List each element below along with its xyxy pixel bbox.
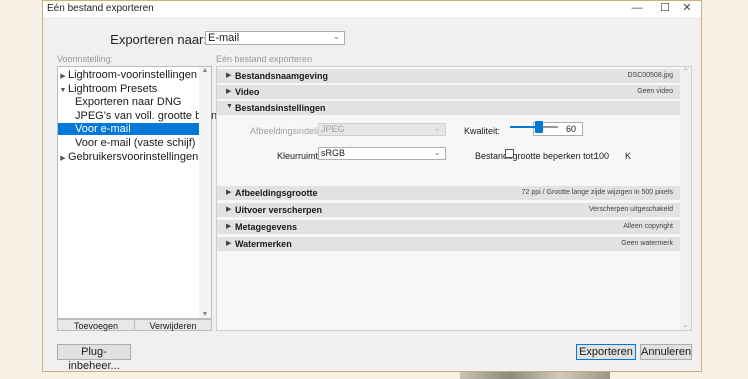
preset-group-user[interactable]: ▶ Gebruikersvoorinstellingen: [58, 151, 199, 163]
preset-item-jpeg[interactable]: JPEG's van voll. grootte branden: [58, 110, 216, 122]
section-title: Watermerken: [235, 239, 292, 249]
settings-section-label: Eén bestand exporteren: [216, 54, 313, 64]
preset-section-label: Voorinstelling:: [57, 54, 114, 64]
section-title: Video: [235, 87, 260, 97]
quality-slider-thumb[interactable]: [534, 121, 543, 133]
section-image-size[interactable]: ▶ Afbeeldingsgrootte 72 ppi / Grootte la…: [217, 186, 681, 200]
preset-item-dng[interactable]: Exporteren naar DNG: [58, 96, 216, 108]
chevron-down-icon: ⌄: [433, 123, 441, 133]
export-to-value: E-mail: [208, 32, 240, 44]
image-format-select[interactable]: JPEG ⌄: [318, 123, 446, 136]
preset-label: JPEG's van voll. grootte branden: [75, 110, 216, 122]
section-metadata[interactable]: ▶ Metagegevens Alleen copyright: [217, 220, 681, 234]
expand-icon: ▶: [226, 72, 232, 79]
quality-label: Kwaliteit:: [464, 126, 501, 136]
limit-size-label: Bestandsgrootte beperken tot:: [475, 151, 596, 161]
limit-size-checkbox[interactable]: [505, 149, 514, 158]
title-bar: Eén bestand exporteren — ☐ ✕: [43, 1, 701, 17]
scroll-up-icon[interactable]: ▲: [199, 67, 211, 74]
scroll-down-icon[interactable]: ▼: [199, 311, 211, 318]
export-to-label: Exporteren naar:: [110, 32, 207, 47]
settings-panel: ▶ Bestandsnaamgeving DSC00508.jpg ▶ Vide…: [216, 66, 692, 331]
minimize-icon[interactable]: —: [623, 1, 651, 17]
expand-icon: ▶: [226, 88, 232, 95]
color-space-select[interactable]: sRGB ⌄: [318, 147, 446, 160]
cancel-button[interactable]: Annuleren: [640, 344, 692, 360]
add-preset-button[interactable]: Toevoegen: [57, 319, 135, 331]
preset-label: Lightroom-voorinstellingen: [68, 69, 198, 81]
preset-label: Voor e-mail: [75, 123, 131, 135]
preset-label: Lightroom Presets: [68, 83, 158, 95]
section-output-sharpening[interactable]: ▶ Uitvoer verscherpen Verscherpen uitges…: [217, 203, 681, 217]
expand-icon: ▶: [226, 223, 232, 230]
section-summary: DSC00508.jpg: [627, 72, 673, 79]
export-target-row: Exporteren naar: E-mail ⌄: [43, 31, 701, 47]
image-format-value: JPEG: [321, 124, 345, 134]
section-title: Bestandsinstellingen: [235, 103, 326, 113]
section-summary: 72 ppi / Grootte lange zijde wijzigen in…: [521, 189, 673, 196]
export-dialog: Eén bestand exporteren — ☐ ✕ Exporteren …: [42, 0, 702, 372]
limit-size-value[interactable]: 100: [594, 151, 609, 161]
preset-item-email-disk[interactable]: Voor e-mail (vaste schijf): [58, 137, 216, 149]
scroll-down-icon[interactable]: ⌄: [680, 321, 691, 329]
expand-icon[interactable]: ▶: [58, 153, 68, 163]
window-title: Eén bestand exporteren: [47, 3, 154, 14]
chevron-down-icon: ⌄: [332, 31, 340, 41]
section-title: Metagegevens: [235, 222, 298, 232]
preset-group-lightroom-presets[interactable]: ▼ Lightroom Presets: [58, 83, 199, 95]
section-file-settings[interactable]: ▼ Bestandsinstellingen: [217, 101, 681, 115]
collapse-icon: ▼: [226, 103, 233, 110]
section-title: Afbeeldingsgrootte: [235, 188, 318, 198]
section-title: Bestandsnaamgeving: [235, 71, 329, 81]
settings-scrollbar[interactable]: ^ ⌄: [680, 67, 691, 330]
remove-preset-button[interactable]: Verwijderen: [134, 319, 212, 331]
preset-group-lightroom[interactable]: ▶ Lightroom-voorinstellingen: [58, 69, 199, 81]
expand-icon: ▶: [226, 189, 232, 196]
plugin-manager-button[interactable]: Plug-inbeheer...: [57, 344, 131, 372]
preset-label: Gebruikersvoorinstellingen: [68, 151, 199, 163]
preset-scrollbar[interactable]: ▲ ▼: [199, 67, 211, 318]
section-summary: Geen watermerk: [621, 240, 673, 247]
expand-icon: ▶: [226, 240, 232, 247]
preset-label: Voor e-mail (vaste schijf): [75, 137, 196, 149]
preset-item-email[interactable]: Voor e-mail: [58, 123, 199, 135]
expand-icon: ▶: [226, 206, 232, 213]
section-summary: Geen video: [637, 88, 673, 95]
preset-list: ▶ Lightroom-voorinstellingen ▼ Lightroom P…: [57, 66, 216, 319]
preset-label: Exporteren naar DNG: [75, 96, 182, 108]
export-button[interactable]: Exporteren: [576, 344, 636, 360]
color-space-value: sRGB: [321, 148, 346, 158]
scroll-up-icon[interactable]: ^: [680, 68, 691, 75]
section-watermarks[interactable]: ▶ Watermerken Geen watermerk: [217, 237, 681, 251]
expand-icon[interactable]: ▶: [58, 71, 68, 81]
section-summary: Verscherpen uitgeschakeld: [588, 206, 673, 213]
export-to-select[interactable]: E-mail ⌄: [205, 31, 345, 45]
section-summary: Alleen copyright: [623, 223, 673, 230]
section-video[interactable]: ▶ Video Geen video: [217, 85, 681, 99]
close-icon[interactable]: ✕: [673, 1, 701, 17]
limit-size-unit: K: [625, 151, 632, 161]
chevron-down-icon: ⌄: [433, 147, 441, 157]
quality-slider[interactable]: [510, 121, 558, 133]
section-file-naming[interactable]: ▶ Bestandsnaamgeving DSC00508.jpg: [217, 69, 681, 83]
collapse-icon[interactable]: ▼: [58, 85, 68, 95]
section-title: Uitvoer verscherpen: [235, 205, 323, 215]
